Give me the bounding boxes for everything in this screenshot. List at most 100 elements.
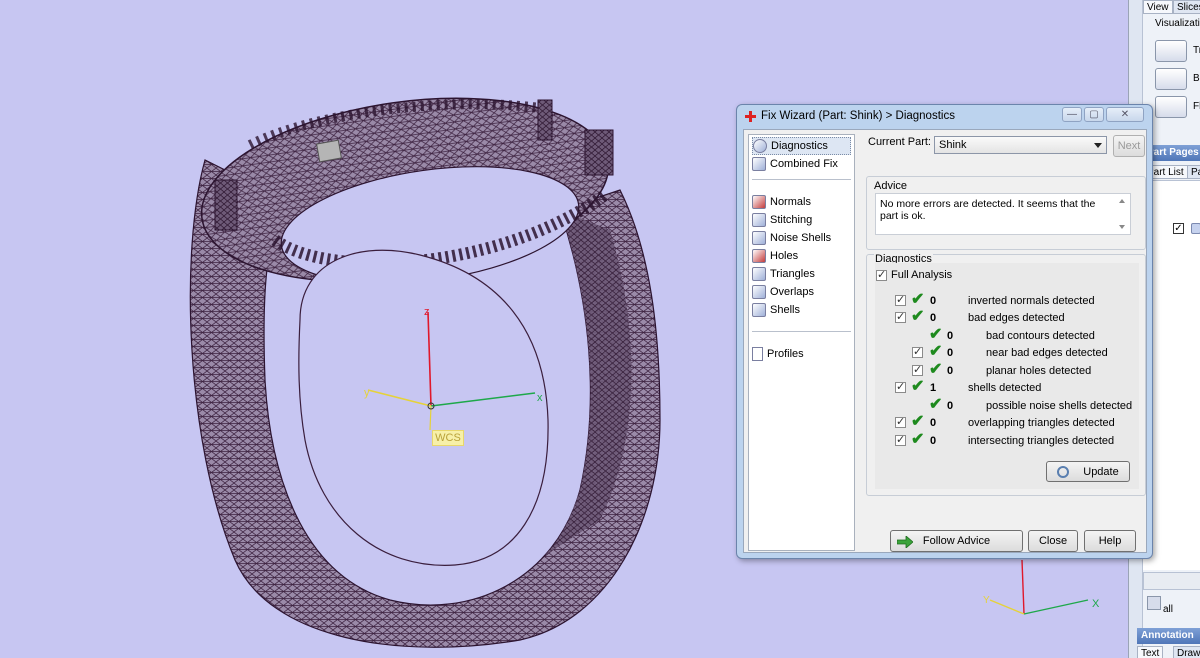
checkmark-icon: ✔	[911, 413, 925, 430]
follow-advice-button[interactable]: Follow Advice	[890, 530, 1023, 552]
axis-y-label: y	[364, 387, 370, 399]
near-bad-edges-label: near bad edges detected	[986, 347, 1108, 359]
nav-item-overlaps[interactable]: Overlaps	[752, 283, 851, 301]
intersecting-triangles-checkbox[interactable]	[895, 433, 906, 446]
mini-axis-x-label: X	[1092, 598, 1100, 610]
minimize-button[interactable]: —	[1062, 107, 1082, 122]
chevron-down-icon	[1094, 143, 1102, 148]
intersecting-triangles-count: 0	[930, 435, 937, 447]
medical-cross-icon	[745, 111, 756, 122]
checkmark-icon: ✔	[911, 308, 925, 325]
document-icon	[752, 347, 763, 361]
close-window-button[interactable]: ✕	[1106, 107, 1144, 122]
inverted-normals-checkbox[interactable]	[895, 293, 906, 306]
nav-item-stitching[interactable]: Stitching	[752, 211, 851, 229]
holes-icon	[752, 249, 766, 263]
shield-icon[interactable]	[1147, 596, 1161, 610]
part-icon	[1191, 223, 1200, 234]
maximize-button[interactable]: ▢	[1084, 107, 1104, 122]
checkmark-icon: ✔	[911, 431, 925, 448]
vis-transparent-label: Tr	[1193, 45, 1200, 56]
planar-holes-checkbox[interactable]	[912, 363, 923, 376]
diagnostics-group: Diagnostics Full Analysis ✔ 0 inverted n…	[866, 253, 1146, 496]
tab-view[interactable]: View	[1143, 0, 1173, 14]
vis-backface-label: Ba	[1193, 73, 1200, 84]
noise-shells-label: possible noise shells detected	[986, 400, 1133, 412]
part-visible-checkbox[interactable]: ✓	[1173, 223, 1184, 234]
part-list-scrollbar[interactable]	[1143, 572, 1200, 590]
bad-contours-count: 0	[947, 330, 954, 342]
bad-contours-label: bad contours detected	[986, 330, 1095, 342]
wizard-nav-list: Diagnostics Combined Fix Normals Stitchi…	[748, 134, 855, 551]
update-button[interactable]: Update	[1046, 461, 1130, 482]
nav-item-label: Overlaps	[770, 286, 815, 298]
checkmark-icon: ✔	[929, 396, 943, 413]
nav-item-label: Normals	[770, 196, 811, 208]
advice-group: Advice No more errors are detected. It s…	[866, 176, 1146, 250]
tab-part-pages-second[interactable]: Pa	[1187, 165, 1200, 179]
near-bad-edges-checkbox[interactable]	[912, 345, 923, 358]
full-analysis-checkbox[interactable]	[876, 268, 887, 281]
vis-backface-button[interactable]	[1155, 68, 1187, 90]
checkmark-icon: ✔	[929, 326, 943, 343]
near-bad-edges-count: 0	[947, 347, 954, 359]
nav-item-diagnostics[interactable]: Diagnostics	[752, 137, 851, 155]
inverted-normals-count: 0	[930, 295, 937, 307]
wcs-label: WCS	[432, 430, 464, 446]
tab-text[interactable]: Text	[1137, 646, 1164, 658]
advice-textbox[interactable]: No more errors are detected. It seems th…	[875, 193, 1131, 235]
dialog-title: Fix Wizard (Part: Shink) > Diagnostics	[761, 110, 955, 122]
nav-divider	[752, 331, 851, 332]
bad-edges-checkbox[interactable]	[895, 310, 906, 323]
current-part-select[interactable]: Shink	[934, 136, 1107, 154]
update-button-label: Update	[1083, 465, 1119, 478]
checkmark-icon: ✔	[911, 378, 925, 395]
nav-item-normals[interactable]: Normals	[752, 193, 851, 211]
nav-item-combined-fix[interactable]: Combined Fix	[752, 155, 851, 173]
bad-edges-count: 0	[930, 312, 937, 324]
normals-icon	[752, 195, 766, 209]
checkmark-icon: ✔	[929, 361, 943, 378]
nav-item-profiles[interactable]: Profiles	[752, 345, 851, 363]
tab-drawing[interactable]: Drawi	[1173, 646, 1200, 658]
advice-scrollbar[interactable]	[1116, 195, 1129, 233]
shells-label: shells detected	[968, 382, 1042, 394]
checkmark-icon: ✔	[929, 343, 943, 360]
nav-item-label: Noise Shells	[770, 232, 832, 244]
planar-holes-count: 0	[947, 365, 954, 377]
nav-item-triangles[interactable]: Triangles	[752, 265, 851, 283]
bad-edges-label: bad edges detected	[968, 312, 1065, 324]
next-button[interactable]: Next	[1113, 135, 1145, 157]
cube-icon	[752, 157, 766, 171]
help-button[interactable]: Help	[1084, 530, 1136, 552]
follow-advice-label: Follow Advice	[922, 535, 991, 547]
vis-transparent-button[interactable]	[1155, 40, 1187, 62]
nav-item-label: Shells	[770, 304, 800, 316]
advice-title: Advice	[874, 180, 908, 192]
annotation-header: Annotation	[1137, 628, 1200, 644]
close-button[interactable]: Close	[1028, 530, 1078, 552]
magnifier-icon	[753, 139, 767, 153]
nav-item-holes[interactable]: Holes	[752, 247, 851, 265]
nav-item-label: Diagnostics	[771, 140, 828, 152]
vis-flat-button[interactable]	[1155, 96, 1187, 118]
overlapping-triangles-checkbox[interactable]	[895, 415, 906, 428]
intersecting-triangles-label: intersecting triangles detected	[968, 435, 1115, 447]
scroll-down-icon	[1119, 225, 1125, 229]
scroll-up-icon	[1119, 199, 1125, 203]
nav-item-label: Holes	[770, 250, 799, 262]
shells-count: 1	[930, 382, 937, 394]
shells-checkbox[interactable]	[895, 380, 906, 393]
nav-item-label: Triangles	[770, 268, 815, 280]
nav-item-label: Combined Fix	[770, 158, 838, 170]
fix-wizard-dialog: Fix Wizard (Part: Shink) > Diagnostics —…	[736, 104, 1153, 559]
nav-item-noise-shells[interactable]: Noise Shells	[752, 229, 851, 247]
nav-item-shells[interactable]: Shells	[752, 301, 851, 319]
dialog-titlebar[interactable]: Fix Wizard (Part: Shink) > Diagnostics —…	[737, 105, 1152, 129]
tab-slices[interactable]: Slices	[1173, 0, 1200, 14]
axis-x-label: x	[537, 392, 543, 404]
planar-holes-label: planar holes detected	[986, 365, 1092, 377]
arrow-right-icon	[896, 535, 914, 549]
shells-icon	[752, 303, 766, 317]
current-part-label: Current Part:	[868, 136, 931, 148]
